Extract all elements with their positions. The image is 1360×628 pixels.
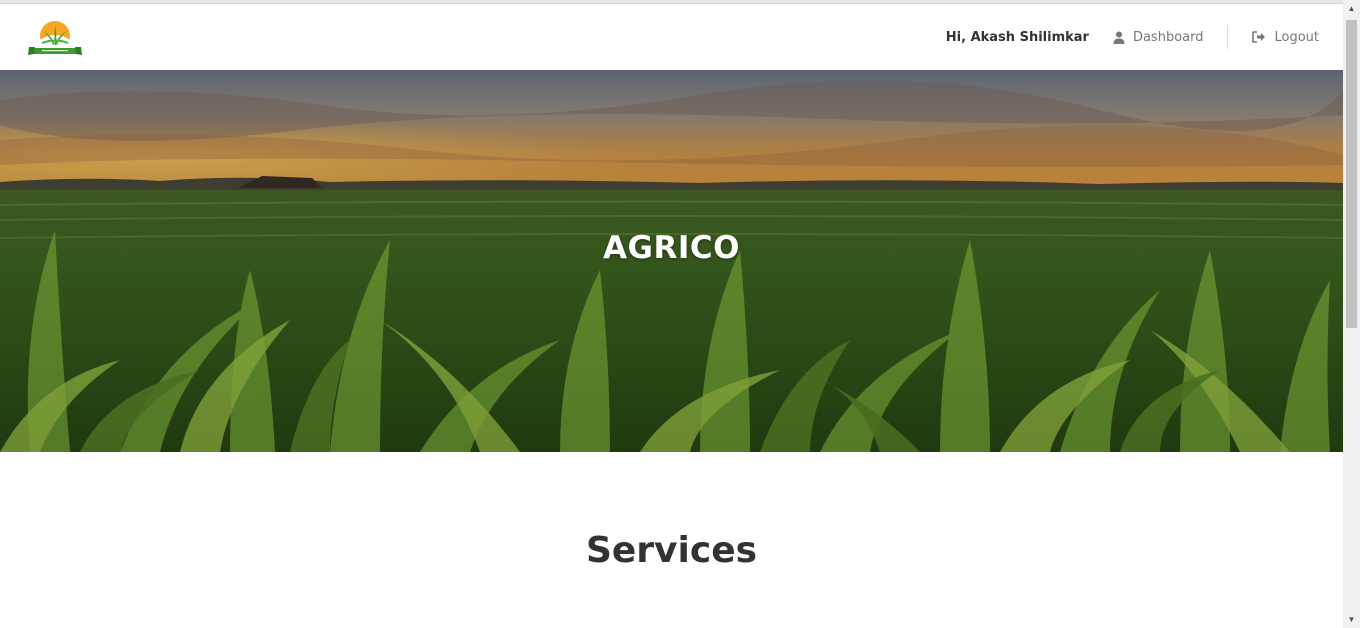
scroll-up-arrow-icon[interactable]: ▲ (1343, 0, 1360, 17)
navbar: Hi, Akash Shilimkar Dashboard Logout (0, 4, 1343, 70)
dashboard-label: Dashboard (1132, 29, 1204, 45)
dashboard-link[interactable]: Dashboard (1113, 29, 1204, 45)
services-heading: Services (585, 530, 758, 571)
scroll-down-arrow-icon[interactable]: ▼ (1343, 611, 1360, 628)
page-scrollbar[interactable]: ▲ ▼ (1343, 0, 1360, 628)
user-icon (1113, 31, 1125, 44)
sign-out-icon (1252, 31, 1266, 43)
nav-right: Hi, Akash Shilimkar Dashboard Logout (946, 4, 1319, 70)
hero-title: AGRICO (603, 230, 740, 266)
agrico-logo-icon[interactable] (28, 18, 82, 58)
logout-label: Logout (1274, 29, 1319, 45)
logout-link[interactable]: Logout (1252, 30, 1319, 45)
scroll-thumb[interactable] (1346, 20, 1357, 328)
nav-divider (1227, 25, 1229, 49)
user-greeting: Hi, Akash Shilimkar (945, 29, 1089, 45)
page: Hi, Akash Shilimkar Dashboard Logout AGR… (0, 0, 1360, 628)
hero-banner: AGRICO (0, 70, 1343, 452)
